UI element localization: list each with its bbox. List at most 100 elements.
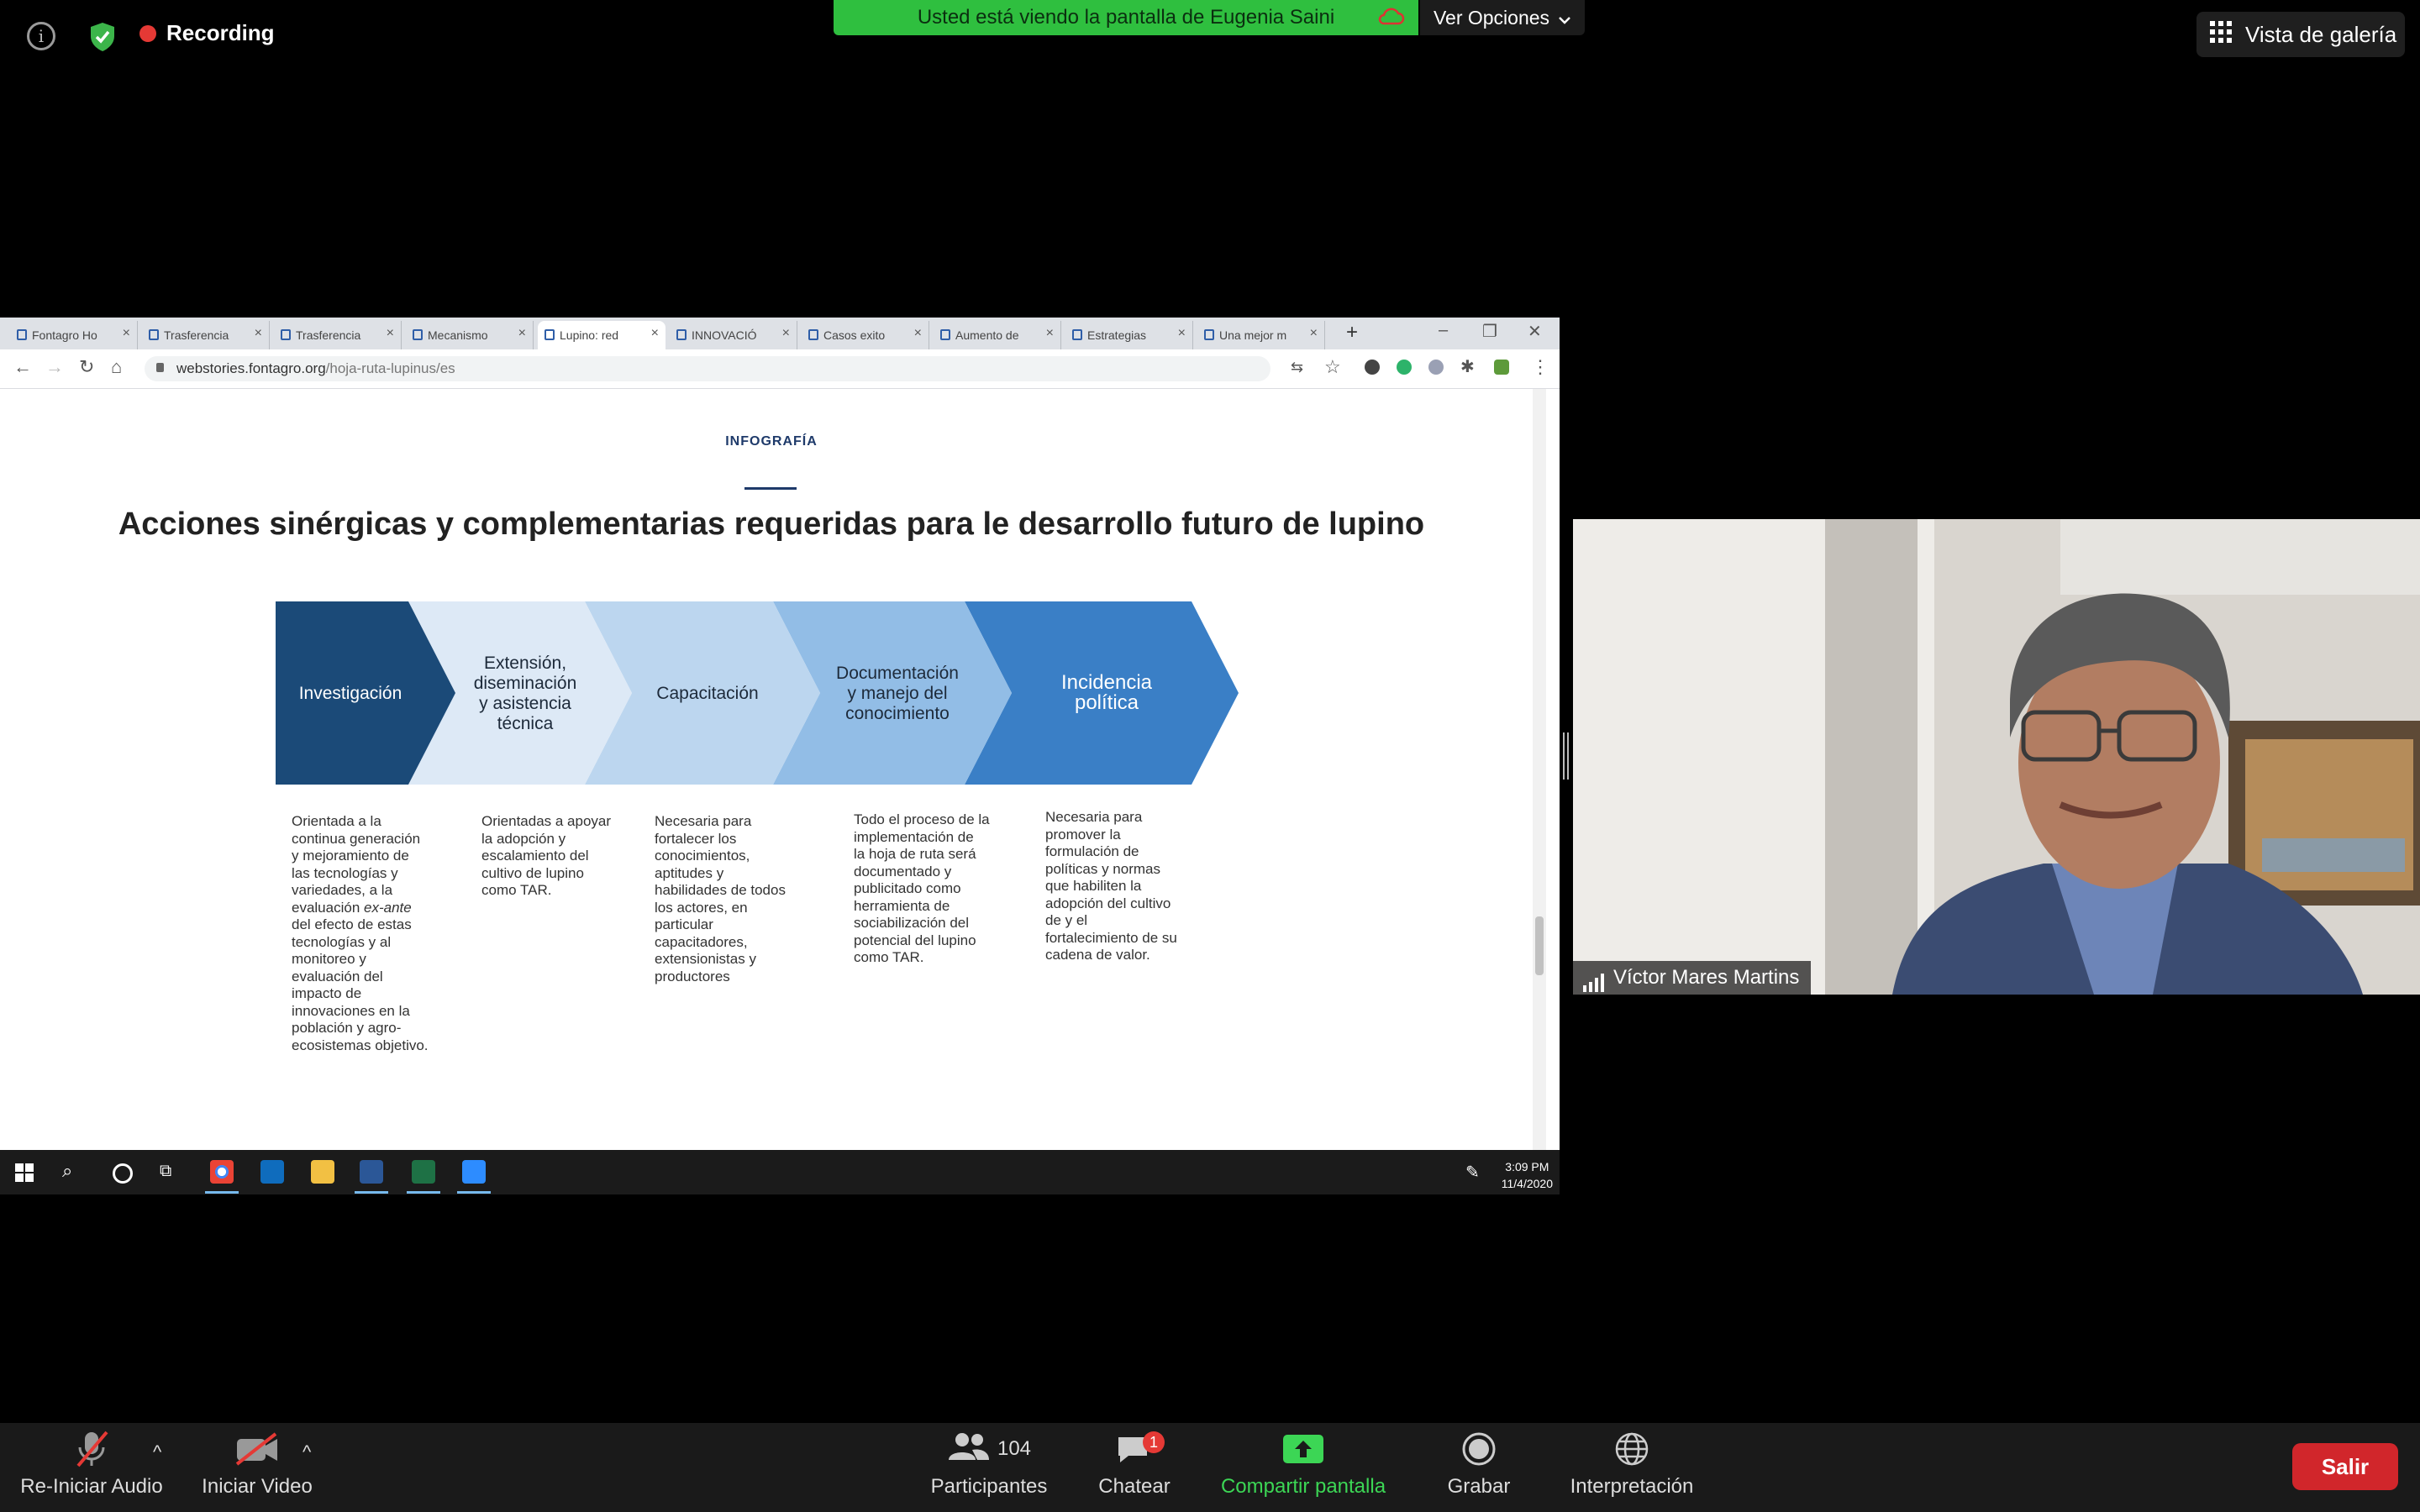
file-explorer-icon[interactable]: [311, 1160, 334, 1184]
profile-icon[interactable]: [1494, 360, 1509, 375]
word-app-icon[interactable]: [355, 1160, 388, 1194]
meeting-info-icon[interactable]: i: [27, 22, 55, 50]
description-line: Orientada a la: [292, 813, 381, 829]
taskbar-clock[interactable]: 3:09 PM 11/4/2020: [1502, 1158, 1553, 1192]
browser-tab[interactable]: Fontagro Ho ×: [10, 321, 138, 349]
gallery-view-button[interactable]: Vista de galería: [2196, 12, 2405, 57]
share-screen-button[interactable]: Compartir pantalla: [1215, 1423, 1392, 1512]
description-line: fortalecer los: [655, 830, 737, 847]
tab-favicon-icon: [281, 329, 291, 340]
description-line: evaluación ex-ante: [292, 899, 412, 916]
chevron-step-title: Investigación: [299, 684, 402, 703]
recording-indicator[interactable]: Recording: [139, 20, 275, 46]
browser-tab[interactable]: Trasferencia ×: [142, 321, 270, 349]
description-line: tecnologías y al: [292, 933, 392, 950]
description-line: adopción del cultivo: [1045, 895, 1171, 911]
description-line: Orientadas a apoyar: [481, 813, 612, 829]
record-button[interactable]: Grabar: [1439, 1423, 1519, 1512]
description-line: habilidades de todos: [655, 882, 786, 898]
zoom-app-icon[interactable]: [457, 1160, 491, 1194]
tab-close-icon[interactable]: ×: [255, 326, 262, 341]
tab-close-icon[interactable]: ×: [387, 326, 394, 341]
new-tab-button[interactable]: +: [1346, 321, 1358, 344]
description-line: escalamiento del: [481, 848, 589, 864]
description-line: políticas y normas: [1045, 860, 1160, 877]
share-screen-label: Compartir pantalla: [1220, 1475, 1386, 1498]
forward-icon[interactable]: →: [45, 356, 64, 378]
recording-label: Recording: [166, 20, 275, 45]
browser-tab[interactable]: Casos exito ×: [802, 321, 929, 349]
page-scrollbar[interactable]: [1533, 389, 1546, 1150]
browser-tab[interactable]: Una mejor m ×: [1197, 321, 1325, 349]
browser-menu-icon[interactable]: ⋮: [1531, 356, 1549, 378]
tab-close-icon[interactable]: ×: [651, 326, 659, 341]
participants-button[interactable]: 104 Participantes: [921, 1423, 1057, 1512]
description-line: población y agro-: [292, 1020, 402, 1036]
bookmark-star-icon[interactable]: ☆: [1324, 356, 1341, 378]
tab-close-icon[interactable]: ×: [518, 326, 526, 341]
description-line: la adopción y: [481, 830, 566, 847]
pen-icon[interactable]: ✎: [1465, 1162, 1480, 1183]
signal-strength-icon: [1583, 969, 1607, 995]
browser-tab[interactable]: Lupino: red ×: [538, 321, 666, 349]
security-shield-icon[interactable]: [84, 18, 121, 55]
description-line: aptitudes y: [655, 864, 724, 881]
home-icon[interactable]: ⌂: [111, 356, 122, 378]
minimize-icon[interactable]: –: [1439, 321, 1448, 340]
description-line: formulación de: [1045, 843, 1139, 859]
view-options-button[interactable]: Ver Opciones: [1420, 0, 1585, 35]
cloud-recording-icon: [1376, 7, 1405, 33]
tab-label: Aumento de: [955, 328, 1019, 342]
tab-favicon-icon: [940, 329, 950, 340]
audio-options-caret-icon[interactable]: ^: [153, 1441, 161, 1463]
splitter-handle[interactable]: [1563, 732, 1570, 780]
tab-close-icon[interactable]: ×: [1046, 326, 1054, 341]
windows-start-icon[interactable]: [15, 1163, 34, 1186]
extension-icon[interactable]: [1428, 360, 1444, 375]
share-screen-icon: [1215, 1423, 1392, 1475]
audio-button[interactable]: Re-Iniciar Audio: [12, 1423, 171, 1512]
description-line: los actores, en: [655, 899, 748, 916]
tab-close-icon[interactable]: ×: [1310, 326, 1318, 341]
search-icon[interactable]: ⌕: [62, 1160, 72, 1182]
participants-icon: [947, 1431, 991, 1467]
chrome-app-icon[interactable]: [205, 1160, 239, 1194]
cortana-icon[interactable]: [113, 1163, 133, 1184]
participant-video-frame: [1573, 519, 2420, 995]
video-button[interactable]: Iniciar Video: [190, 1423, 324, 1512]
tab-close-icon[interactable]: ×: [1178, 326, 1186, 341]
excel-app-icon[interactable]: [407, 1160, 440, 1194]
task-view-icon[interactable]: ⧉: [160, 1162, 171, 1181]
back-icon[interactable]: ←: [13, 356, 32, 378]
chevron-down-icon: [1558, 7, 1571, 29]
description-line: como TAR.: [481, 882, 552, 898]
chevron-step-title: Documentación: [836, 664, 959, 683]
extensions-puzzle-icon[interactable]: ✱: [1460, 356, 1475, 377]
video-options-caret-icon[interactable]: ^: [302, 1441, 311, 1463]
extension-icon[interactable]: [1365, 360, 1380, 375]
browser-tab[interactable]: Mecanismo ×: [406, 321, 534, 349]
scroll-thumb[interactable]: [1535, 916, 1544, 975]
outlook-app-icon[interactable]: [260, 1160, 284, 1184]
reload-icon[interactable]: ↻: [79, 356, 94, 378]
browser-tab[interactable]: INNOVACIÓ ×: [670, 321, 797, 349]
leave-meeting-button[interactable]: Salir: [2292, 1443, 2398, 1490]
tab-close-icon[interactable]: ×: [782, 326, 790, 341]
participant-video[interactable]: Víctor Mares Martins: [1573, 519, 2420, 995]
tab-favicon-icon: [676, 329, 687, 340]
chat-button[interactable]: 1 Chatear: [1091, 1423, 1178, 1512]
tab-close-icon[interactable]: ×: [123, 326, 130, 341]
screen-share-banner: Usted está viendo la pantalla de Eugenia…: [834, 0, 1418, 35]
restore-icon[interactable]: ❐: [1482, 321, 1497, 342]
close-window-icon[interactable]: ✕: [1528, 321, 1542, 342]
browser-tab[interactable]: Estrategias ×: [1065, 321, 1193, 349]
tab-close-icon[interactable]: ×: [914, 326, 922, 341]
translate-icon[interactable]: ⇆: [1291, 359, 1303, 376]
browser-tab[interactable]: Trasferencia ×: [274, 321, 402, 349]
interpretation-button[interactable]: Interpretación: [1561, 1423, 1702, 1512]
address-bar[interactable]: webstories.fontagro.org/hoja-ruta-lupinu…: [145, 356, 1270, 381]
shared-screen[interactable]: Fontagro Ho × Trasferencia × Trasferencia × Me…: [0, 318, 1560, 1194]
grammarly-icon[interactable]: [1397, 360, 1412, 375]
browser-tab[interactable]: Aumento de ×: [934, 321, 1061, 349]
step-description: Orientadas a apoyar la adopción y escalami…: [481, 813, 611, 900]
